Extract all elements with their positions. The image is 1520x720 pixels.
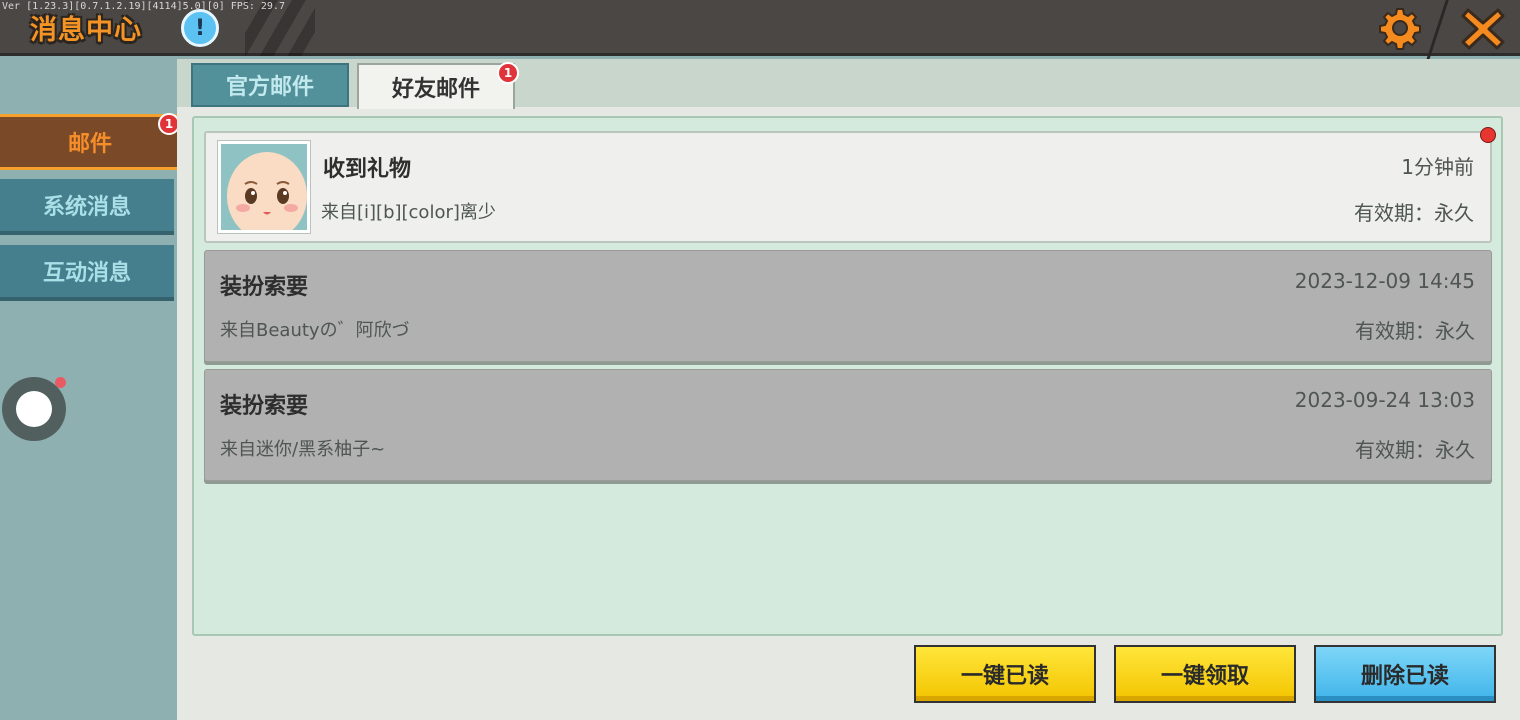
mail-time: 2023-12-09 14:45 xyxy=(1294,269,1475,293)
mail-time: 2023-09-24 13:03 xyxy=(1294,388,1475,412)
mail-sender: 来自迷你/黑系柚子~ xyxy=(220,439,386,460)
sidebar-item-label: 邮件 xyxy=(67,132,112,157)
mail-expiry: 有效期：永久 xyxy=(1355,438,1475,462)
sidebar-item-system-messages[interactable]: 系统消息 xyxy=(0,179,174,235)
sidebar-item-interaction-messages[interactable]: 互动消息 xyxy=(0,245,174,301)
mail-title: 收到礼物 xyxy=(323,157,412,182)
top-bar: Ver [1.23.3][0.7.1.2.19][4114]5.0][0] FP… xyxy=(0,0,1520,60)
sidebar: 邮件 1 系统消息 互动消息 xyxy=(0,59,183,720)
unread-dot xyxy=(1480,127,1496,143)
page-title: 消息中心 xyxy=(30,15,142,46)
delete-read-button[interactable]: 删除已读 xyxy=(1314,645,1496,703)
sidebar-item-mail[interactable]: 邮件 xyxy=(0,114,183,170)
header-divider xyxy=(1426,0,1449,60)
claim-all-button[interactable]: 一键领取 xyxy=(1114,645,1296,703)
mail-title: 装扮索要 xyxy=(220,275,309,300)
tab-strip: 官方邮件 好友邮件 1 xyxy=(177,59,1520,109)
mail-expiry: 有效期：永久 xyxy=(1355,319,1475,343)
mail-time: 1分钟前 xyxy=(1401,155,1474,179)
sidebar-item-label: 系统消息 xyxy=(42,195,131,220)
mail-item[interactable]: 装扮索要 来自迷你/黑系柚子~ 2023-09-24 13:03 有效期：永久 xyxy=(204,369,1492,481)
mail-sender: 来自Beautyの゛阿欣づ xyxy=(220,320,410,341)
notification-badge: 1 xyxy=(497,62,519,84)
mail-sender: 来自[i][b][color]离少 xyxy=(321,202,496,223)
mail-item[interactable]: 装扮索要 来自Beautyの゛阿欣づ 2023-12-09 14:45 有效期：… xyxy=(204,250,1492,362)
sidebar-item-label: 互动消息 xyxy=(42,261,131,286)
info-icon[interactable]: ! xyxy=(181,9,219,47)
mail-title: 装扮索要 xyxy=(220,394,309,419)
avatar xyxy=(218,141,310,233)
read-all-button[interactable]: 一键已读 xyxy=(914,645,1096,703)
mail-item[interactable]: 收到礼物 来自[i][b][color]离少 1分钟前 有效期：永久 xyxy=(204,127,1496,243)
mail-expiry: 有效期：永久 xyxy=(1354,201,1474,225)
main-panel: 官方邮件 好友邮件 1 收到礼物 来自[i][b][color]离少 1分钟前 … xyxy=(177,59,1520,720)
tab-official-mail[interactable]: 官方邮件 xyxy=(191,63,349,107)
close-icon[interactable] xyxy=(1458,4,1508,54)
avatar-face-icon xyxy=(221,144,307,230)
mail-list: 收到礼物 来自[i][b][color]离少 1分钟前 有效期：永久 装扮索要 … xyxy=(192,116,1503,636)
tab-friend-mail[interactable]: 好友邮件 xyxy=(357,63,515,109)
gear-icon[interactable] xyxy=(1378,6,1422,50)
floating-ball-dot xyxy=(55,377,66,388)
